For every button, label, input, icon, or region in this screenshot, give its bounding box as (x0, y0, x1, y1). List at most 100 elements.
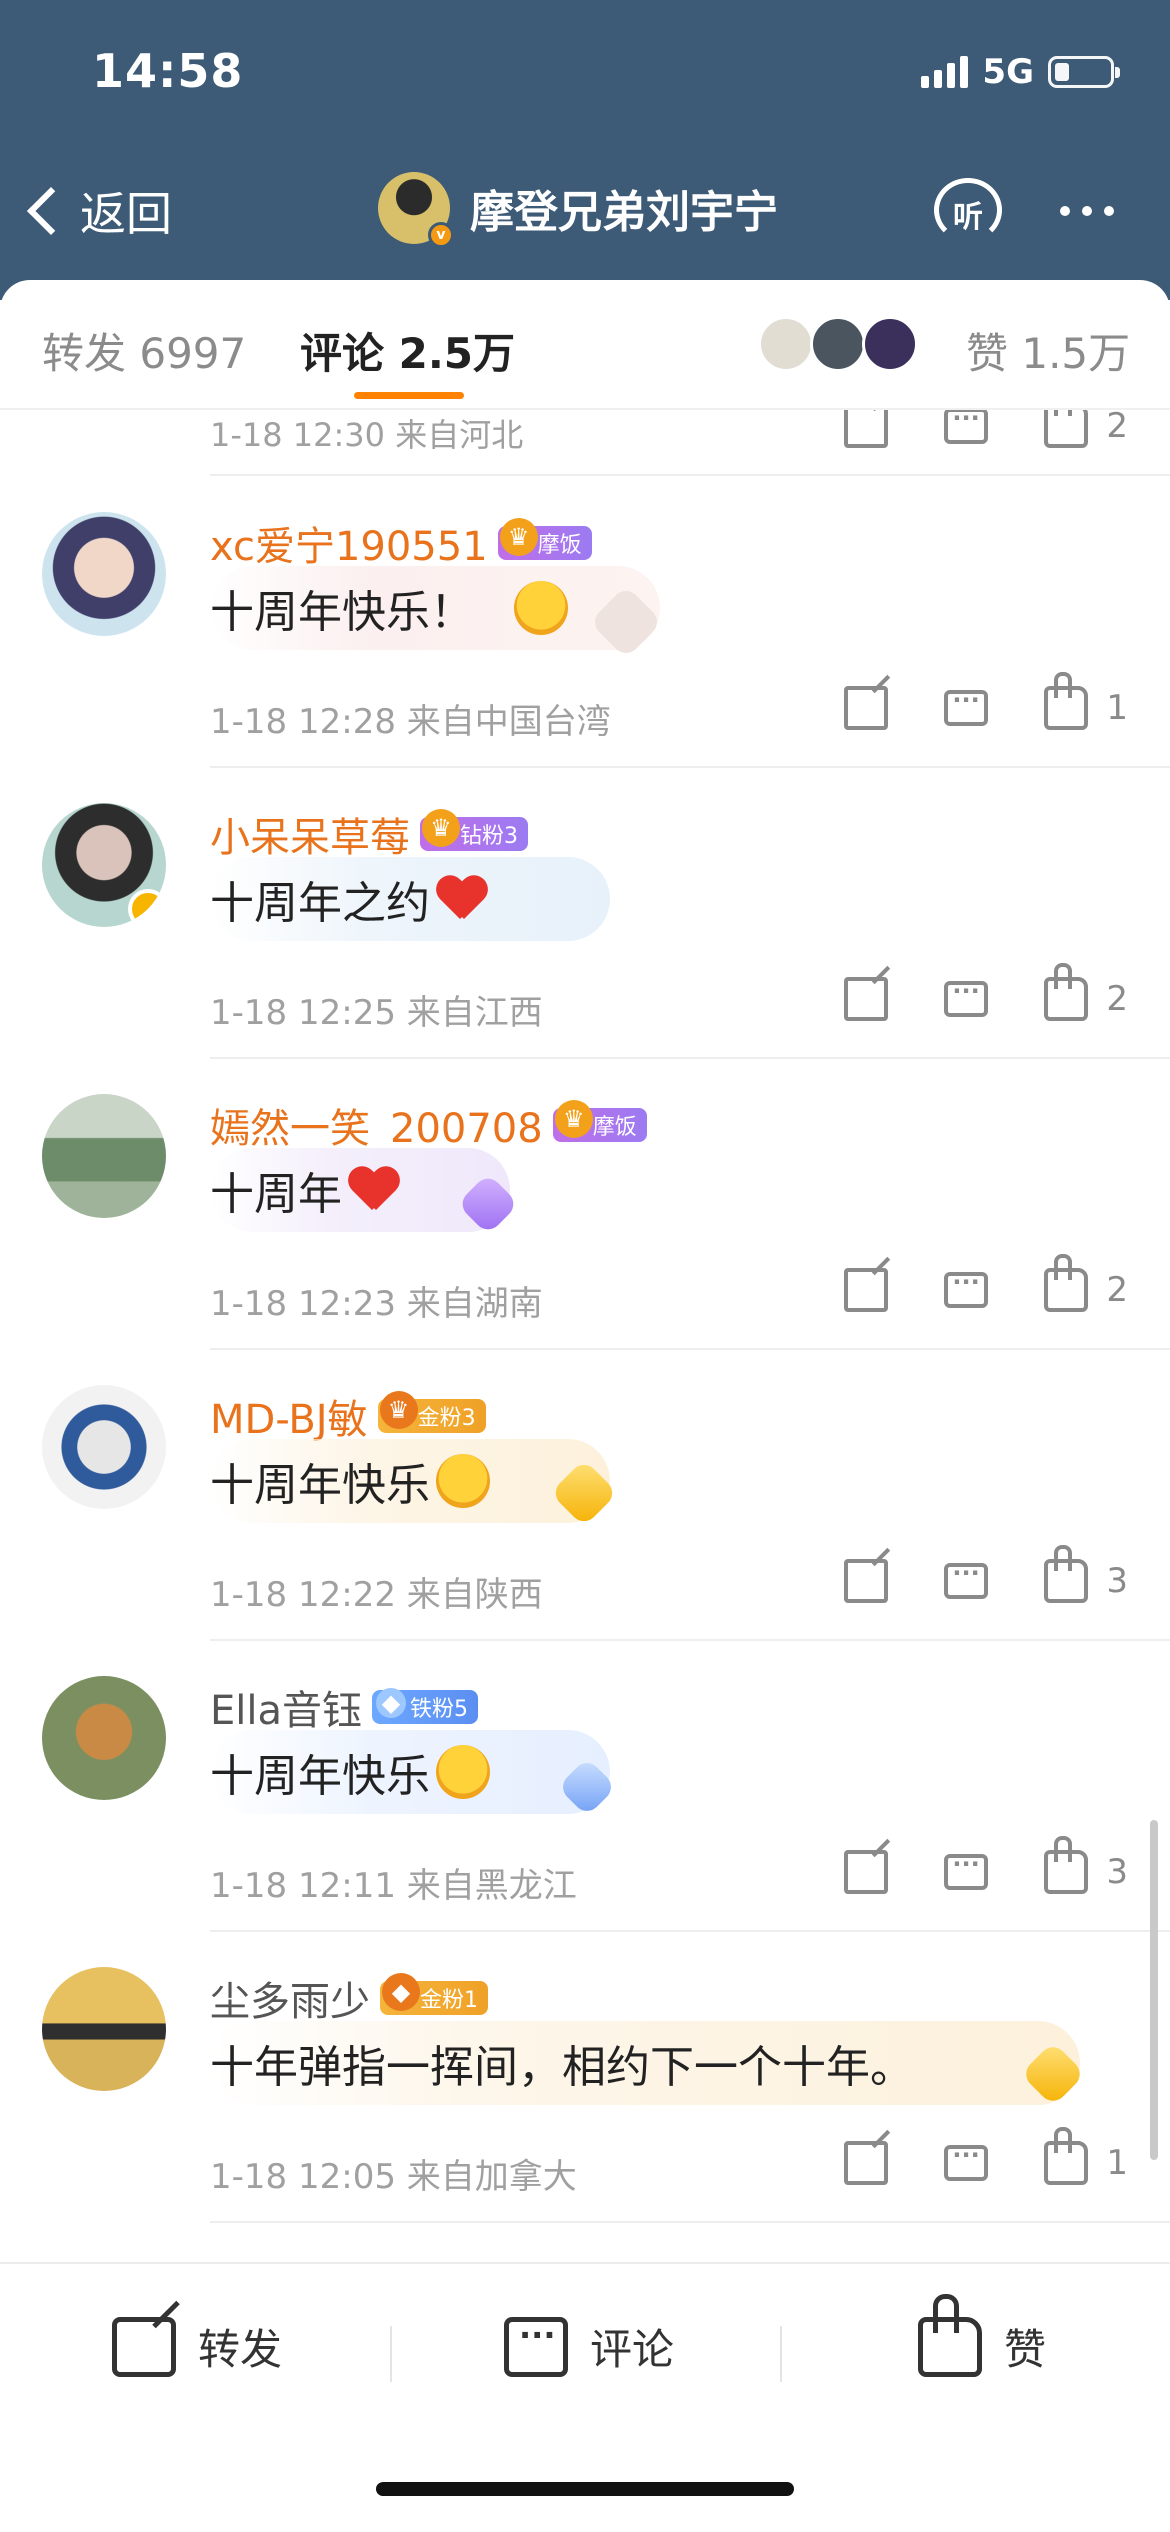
liker-avatars[interactable] (758, 316, 918, 372)
comment-body: 十周年之约 (210, 878, 430, 929)
divider (780, 2326, 782, 2382)
dot-icon (1104, 206, 1114, 216)
share-icon[interactable] (844, 1850, 889, 1894)
comment-body: 十周年 (210, 1169, 342, 1220)
avatar[interactable] (42, 803, 166, 927)
avatar (862, 316, 918, 372)
crown-icon: ♛ (554, 1100, 593, 1138)
profile-title[interactable]: v 摩登兄弟刘宇宁 (378, 172, 778, 248)
chevron-left-icon (26, 186, 76, 236)
comment-actions: 2 (788, 963, 1128, 1021)
fan-badge[interactable]: ♛ 摩饭 (497, 518, 592, 560)
comment-text: 十周年快乐 (210, 1449, 490, 1513)
username[interactable]: Ella音钰 (210, 1678, 362, 1736)
avatar[interactable] (42, 1676, 166, 1800)
repost-button[interactable]: 转发 (112, 2316, 282, 2377)
home-indicator (376, 2482, 794, 2496)
signal-icon (921, 56, 969, 88)
list-item[interactable]: 尘多雨少 ◆ 金粉1 十年弹指一挥间，相约下一个十年。 1-18 12:05 来自… (0, 1931, 1170, 2221)
comment-body: 十年弹指一挥间，相约下一个十年。 (210, 2042, 914, 2093)
comment-button[interactable]: 评论 (504, 2316, 674, 2377)
comment-meta: 1-18 12:25 来自江西 (210, 993, 543, 1033)
comment-meta: 1-18 12:30 来自河北 (210, 416, 524, 454)
share-icon[interactable] (844, 1559, 889, 1603)
like-count: 1 (1106, 2143, 1128, 2183)
comment-text: 十周年快乐 (210, 1740, 490, 1804)
heart-icon (436, 873, 488, 925)
share-icon[interactable] (844, 977, 889, 1021)
reply-icon[interactable] (944, 1850, 989, 1890)
share-icon[interactable] (844, 2141, 889, 2185)
network-type: 5G (982, 52, 1034, 92)
like-icon[interactable] (1044, 1836, 1089, 1894)
name-row: Ella音钰 ◆ 铁粉5 (210, 1678, 479, 1736)
comment-text: 十周年快乐！ (210, 576, 568, 640)
list-item[interactable]: xc爱宁190551 ♛ 摩饭 十周年快乐！ 1-18 12:28 来自中国台湾 … (0, 476, 1170, 766)
username[interactable]: xc爱宁190551 (210, 514, 488, 572)
badge-label: 铁粉5 (410, 1697, 469, 1722)
username[interactable]: MD-BJ敏 (210, 1387, 368, 1445)
divider (210, 2221, 1170, 2223)
reply-icon[interactable] (944, 977, 989, 1017)
fan-badge[interactable]: ♛ 金粉3 (377, 1391, 486, 1433)
crown-icon: ♛ (379, 1391, 418, 1429)
like-icon[interactable] (1044, 1254, 1089, 1312)
username[interactable]: 嫣然一笑_200708 (210, 1096, 543, 1154)
like-count: 2 (1106, 410, 1128, 446)
status-time: 14:58 (92, 44, 244, 98)
more-options-button[interactable] (1060, 206, 1114, 216)
list-item[interactable]: Ella音钰 ◆铁粉5 十周年快乐 1-18 12:11 来自黑龙江 3 (0, 1640, 1170, 1930)
list-item[interactable]: 小呆呆草莓 ♛钻粉3 十周年之约 1-18 12:25 来自江西 2 (0, 767, 1170, 1057)
username[interactable]: 小呆呆草莓 (210, 805, 410, 863)
share-icon[interactable] (844, 1268, 889, 1312)
list-item[interactable]: 嫣然一笑_200708 ♛摩饭 十周年 1-18 12:23 来自湖南 2 (0, 1058, 1170, 1348)
list-item[interactable]: MD-BJ敏 ♛金粉3 十周年快乐 1-18 12:22 来自陕西 3 (0, 1349, 1170, 1639)
fan-badge[interactable]: ◆ 金粉1 (380, 1973, 488, 2015)
comment-list[interactable]: 1-18 12:30 来自河北 2 xc爱宁190551 ♛摩饭 十周年快乐！ … (0, 410, 1170, 2260)
comment-meta: 1-18 12:05 来自加拿大 (210, 2157, 577, 2197)
tab-repost[interactable]: 转发 6997 (42, 320, 246, 381)
comment-icon (504, 2316, 568, 2377)
like-icon[interactable] (1044, 963, 1089, 1021)
like-icon[interactable] (1044, 2127, 1089, 2185)
like-button[interactable]: 赞 (918, 2293, 1046, 2377)
page-title: 摩登兄弟刘宇宁 (470, 187, 778, 238)
avatar[interactable] (42, 512, 166, 636)
avatar[interactable] (42, 1967, 166, 2091)
reply-icon[interactable] (944, 410, 989, 444)
share-icon[interactable] (844, 686, 889, 730)
avatar[interactable] (42, 1094, 166, 1218)
comment-actions: 1 (788, 2127, 1128, 2185)
comment-text: 十年弹指一挥间，相约下一个十年。 (210, 2031, 914, 2095)
reply-icon[interactable] (944, 1559, 989, 1599)
reply-icon[interactable] (944, 686, 989, 726)
dot-icon (1082, 206, 1092, 216)
listen-button[interactable]: 听 (930, 172, 1006, 244)
cheer-emoji-icon (436, 1745, 490, 1799)
scrollbar[interactable] (1150, 1820, 1158, 2160)
like-icon[interactable] (1044, 672, 1089, 730)
comments-sheet: 转发 6997 评论 2.5万 赞 1.5万 1-18 12:30 来自河北 2… (0, 280, 1170, 2532)
verified-icon (128, 889, 166, 927)
like-icon[interactable] (1044, 410, 1089, 448)
tab-comment[interactable]: 评论 2.5万 (300, 320, 515, 381)
reply-icon[interactable] (944, 1268, 989, 1308)
badge-label: 摩饭 (537, 533, 582, 558)
avatar[interactable] (42, 1385, 166, 1509)
share-icon[interactable] (844, 410, 889, 448)
comment-meta: 1-18 12:22 来自陕西 (210, 1575, 543, 1615)
comment-actions: 3 (788, 1545, 1128, 1603)
fan-badge[interactable]: ◆ 铁粉5 (372, 1688, 479, 1724)
like-icon[interactable] (1044, 1545, 1089, 1603)
back-button[interactable]: 返回 (26, 178, 172, 244)
comment-meta: 1-18 12:23 来自湖南 (210, 1284, 543, 1324)
gem-icon: ◆ (382, 1973, 420, 2011)
fan-badge[interactable]: ♛ 钻粉3 (420, 809, 528, 851)
diamond-icon: ◆ (376, 1688, 407, 1718)
comment-actions: 2 (788, 1254, 1128, 1312)
fan-badge[interactable]: ♛ 摩饭 (552, 1100, 647, 1142)
thumbs-up-icon (918, 2293, 982, 2377)
tab-like[interactable]: 赞 1.5万 (966, 320, 1130, 381)
username[interactable]: 尘多雨少 (210, 1969, 370, 2027)
reply-icon[interactable] (944, 2141, 989, 2181)
